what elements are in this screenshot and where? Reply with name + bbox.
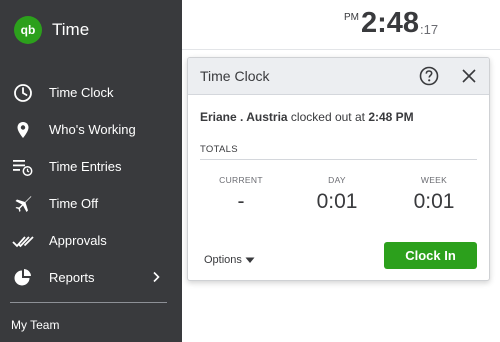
clock-seconds: :17 (420, 22, 439, 37)
caret-down-icon (245, 256, 255, 264)
close-icon[interactable] (461, 68, 477, 84)
status-text: clocked out at (287, 110, 369, 124)
sidebar-item-reports[interactable]: Reports (0, 259, 182, 296)
sidebar-item-whos-working[interactable]: Who's Working (0, 111, 182, 148)
sidebar-item-label: Time Clock (49, 85, 114, 100)
total-label: DAY (328, 175, 346, 185)
header-divider (182, 49, 500, 50)
location-pin-icon (12, 119, 34, 141)
sidebar-nav: Time Clock Who's Working Time Entries Ti… (0, 74, 182, 296)
total-label: WEEK (420, 175, 448, 185)
sidebar-item-label: Approvals (49, 233, 107, 248)
chevron-right-icon (150, 271, 162, 283)
totals-heading: TOTALS (200, 144, 238, 155)
status-time: 2:48 PM (368, 110, 414, 124)
sidebar-item-label: Reports (49, 270, 95, 285)
approvals-checkmark-icon (12, 230, 34, 252)
sidebar-item-label: Time Off (49, 196, 99, 211)
total-day: DAY 0:01 (292, 175, 382, 214)
popup-header: Time Clock (188, 58, 489, 95)
clock-hours-minutes: 2:48 (361, 7, 420, 39)
sidebar: qb Time Time Clock Who's Working Time En… (0, 0, 182, 342)
clock-status: Eriane . Austria clocked out at 2:48 PM (200, 110, 414, 124)
employee-name: Eriane . Austria (200, 110, 288, 124)
sidebar-divider (10, 302, 167, 303)
total-label: CURRENT (219, 175, 263, 185)
total-current: CURRENT - (196, 175, 286, 214)
quickbooks-logo: qb (14, 16, 42, 44)
sidebar-item-time-off[interactable]: Time Off (0, 185, 182, 222)
time-clock-popup: Time Clock Eriane . Austria clocked out … (187, 57, 490, 281)
app-title: Time (52, 20, 90, 39)
current-time: PM 2:48 :17 (344, 6, 438, 40)
total-value: 0:01 (413, 190, 455, 213)
help-icon[interactable] (419, 66, 439, 86)
svg-text:qb: qb (21, 23, 36, 37)
sidebar-item-time-entries[interactable]: Time Entries (0, 148, 182, 185)
brand[interactable]: qb Time (14, 16, 89, 44)
totals-divider (200, 159, 477, 160)
clock-in-button[interactable]: Clock In (384, 242, 477, 269)
total-week: WEEK 0:01 (389, 175, 479, 214)
pie-chart-icon (12, 267, 34, 289)
my-team-heading[interactable]: My Team (11, 318, 59, 332)
total-value: 0:01 (316, 190, 358, 213)
popup-title: Time Clock (200, 68, 270, 84)
sidebar-item-label: Who's Working (49, 122, 136, 137)
airplane-icon (12, 193, 34, 215)
sidebar-item-label: Time Entries (49, 159, 122, 174)
options-dropdown[interactable]: Options (204, 254, 255, 266)
clock-ampm: PM (344, 12, 359, 23)
options-label: Options (204, 254, 242, 266)
time-entries-icon (12, 156, 34, 178)
total-value: - (237, 190, 245, 213)
sidebar-item-time-clock[interactable]: Time Clock (0, 74, 182, 111)
clock-icon (12, 82, 34, 104)
sidebar-item-approvals[interactable]: Approvals (0, 222, 182, 259)
